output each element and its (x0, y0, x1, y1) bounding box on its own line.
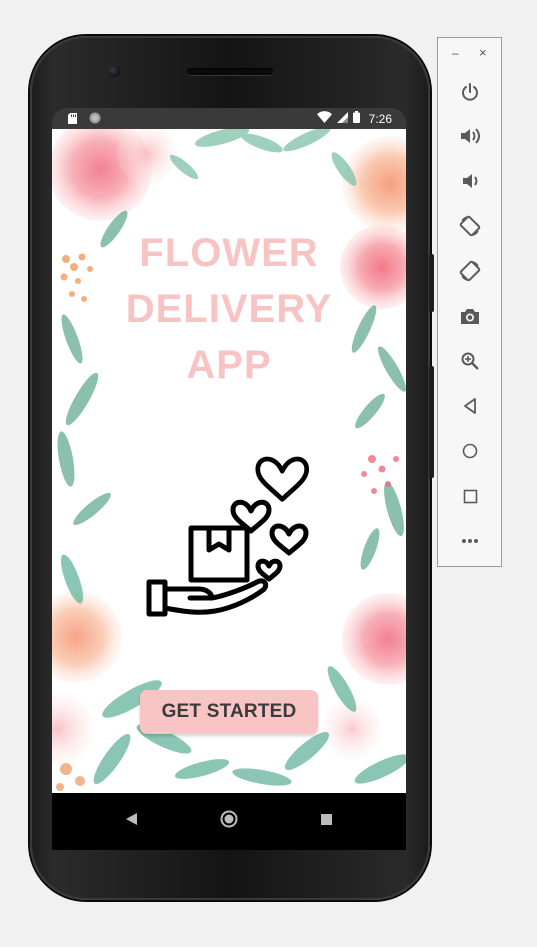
more-button[interactable] (458, 529, 482, 553)
nav-recents-button[interactable] (314, 807, 338, 831)
hand-package-hearts-icon (146, 456, 310, 617)
nav-back-button[interactable] (120, 807, 144, 831)
status-bar: 7:26 (52, 108, 406, 129)
camera-icon (461, 309, 479, 324)
get-started-button[interactable]: GET STARTED (140, 690, 318, 734)
earpiece-speaker (187, 68, 273, 75)
back-triangle-icon (464, 398, 476, 414)
battery-icon (352, 111, 360, 126)
rotate-right-button[interactable] (458, 259, 482, 283)
device-screen: 7:26 FLOWER DELIVERY APP GET STARTED (52, 108, 406, 850)
back-button[interactable] (458, 394, 482, 418)
phone-power-key (429, 254, 434, 312)
app-screen: FLOWER DELIVERY APP GET STARTED (52, 129, 406, 793)
rotate-left-icon (459, 215, 481, 237)
recents-icon (320, 813, 332, 825)
overview-square-icon (463, 489, 477, 503)
front-camera (108, 65, 120, 77)
home-button[interactable] (458, 439, 482, 463)
overview-button[interactable] (458, 484, 482, 508)
back-icon (126, 813, 137, 825)
volume-up-button[interactable] (458, 124, 482, 148)
home-circle-icon (462, 443, 478, 459)
nav-home-button[interactable] (217, 807, 241, 831)
wifi-icon (316, 111, 332, 126)
home-icon (220, 810, 238, 828)
sd-card-icon (68, 112, 77, 127)
zoom-button[interactable] (458, 349, 482, 373)
rotate-left-button[interactable] (458, 214, 482, 238)
power-icon (462, 83, 478, 101)
volume-up-icon (461, 128, 480, 144)
status-time: 7:26 (368, 111, 392, 126)
zoom-icon (461, 352, 479, 370)
app-title: FLOWER DELIVERY APP (52, 225, 406, 393)
title-line-3: APP (186, 343, 272, 387)
screenshot-button[interactable] (458, 304, 482, 328)
power-button[interactable] (458, 80, 482, 104)
sync-icon (89, 112, 101, 127)
minimize-button[interactable]: – (452, 46, 459, 60)
phone-frame: 7:26 FLOWER DELIVERY APP GET STARTED (30, 36, 434, 900)
emulator-toolbar: – × (437, 37, 502, 567)
title-line-1: FLOWER (139, 231, 319, 275)
title-line-2: DELIVERY (125, 287, 333, 331)
android-nav-bar (52, 793, 406, 850)
phone-volume-keys (429, 366, 434, 478)
more-icon (462, 539, 478, 543)
signal-icon (336, 111, 348, 126)
rotate-right-icon (459, 260, 481, 282)
volume-down-icon (463, 174, 478, 188)
close-button[interactable]: × (479, 45, 487, 60)
volume-down-button[interactable] (458, 169, 482, 193)
